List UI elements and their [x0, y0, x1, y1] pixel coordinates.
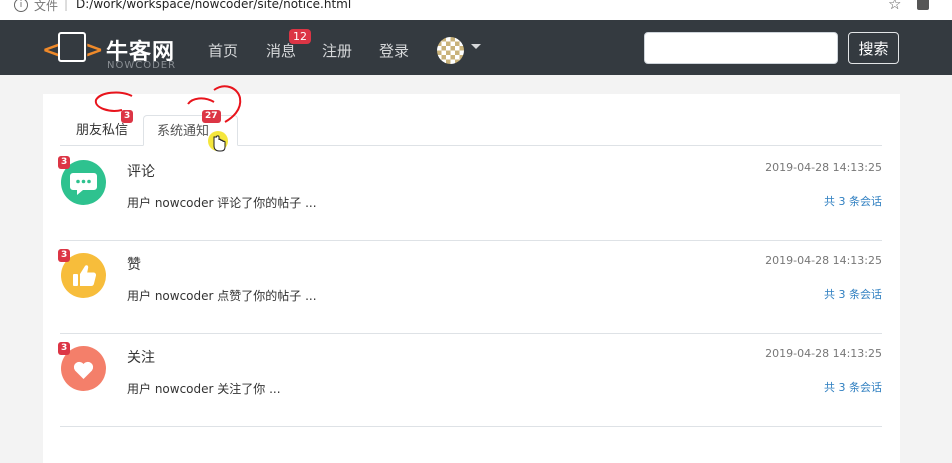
notice-panel: 朋友私信 3 系统通知 27 3 评论 2019-04-28 14:13:25 … — [43, 94, 900, 463]
conversation-count-link[interactable]: 共 3 条会话 — [824, 286, 882, 302]
logo-right-bracket-icon: > — [85, 38, 104, 63]
chevron-down-icon[interactable] — [471, 44, 481, 49]
notice-time: 2019-04-28 14:13:25 — [765, 161, 882, 174]
logo-subtitle: NOWCODER — [107, 60, 177, 71]
search-button[interactable]: 搜索 — [848, 32, 899, 64]
url-separator: | — [64, 0, 69, 11]
notice-message[interactable]: 用户 nowcoder 点赞了你的帖子 ... — [127, 287, 317, 304]
notice-title[interactable]: 赞 — [127, 254, 141, 274]
notice-item-follow[interactable]: 3 关注 2019-04-28 14:13:25 用户 nowcoder 关注了… — [58, 333, 882, 427]
user-avatar[interactable] — [437, 37, 464, 64]
url-text[interactable]: D:/work/workspace/nowcoder/site/notice.h… — [76, 0, 351, 11]
conversation-count-link[interactable]: 共 3 条会话 — [824, 193, 882, 209]
bookmark-star-icon[interactable]: ☆ — [888, 0, 901, 13]
messages-badge: 12 — [289, 29, 311, 44]
nav-login[interactable]: 登录 — [379, 40, 409, 61]
notice-item-comment[interactable]: 3 评论 2019-04-28 14:13:25 用户 nowcoder 评论了… — [58, 147, 882, 241]
tab-system-notices-badge: 27 — [202, 110, 221, 123]
conversation-count-link[interactable]: 共 3 条会话 — [824, 379, 882, 395]
notice-item-like[interactable]: 3 赞 2019-04-28 14:13:25 用户 nowcoder 点赞了你… — [58, 240, 882, 334]
notice-message[interactable]: 用户 nowcoder 关注了你 ... — [127, 380, 281, 397]
extension-icon[interactable] — [917, 0, 929, 10]
info-icon[interactable]: i — [14, 0, 28, 12]
tab-label: 朋友私信 — [76, 123, 129, 138]
nav-home[interactable]: 首页 — [208, 40, 238, 61]
file-label: 文件 — [34, 0, 59, 13]
notice-title[interactable]: 关注 — [127, 347, 155, 367]
tab-label: 系统通知 — [157, 124, 210, 139]
browser-address-bar: i 文件 | D:/work/workspace/nowcoder/site/n… — [0, 0, 952, 20]
nowcoder-logo[interactable]: < > 牛客网 NOWCODER — [42, 28, 182, 71]
notice-count-badge: 3 — [58, 249, 71, 262]
nav-register[interactable]: 注册 — [322, 40, 352, 61]
notice-title[interactable]: 评论 — [127, 161, 155, 181]
tab-private-messages-badge: 3 — [121, 110, 134, 123]
notice-count-badge: 3 — [58, 156, 71, 169]
search-input[interactable] — [644, 32, 838, 64]
notice-time: 2019-04-28 14:13:25 — [765, 254, 882, 267]
logo-notepad-icon — [58, 32, 86, 62]
notice-time: 2019-04-28 14:13:25 — [765, 347, 882, 360]
tab-system-notices[interactable]: 系统通知 — [143, 115, 238, 146]
top-navbar: < > 牛客网 NOWCODER 首页 消息 12 注册 登录 搜索 — [0, 20, 952, 75]
notice-count-badge: 3 — [58, 342, 71, 355]
notice-message[interactable]: 用户 nowcoder 评论了你的帖子 ... — [127, 194, 317, 211]
